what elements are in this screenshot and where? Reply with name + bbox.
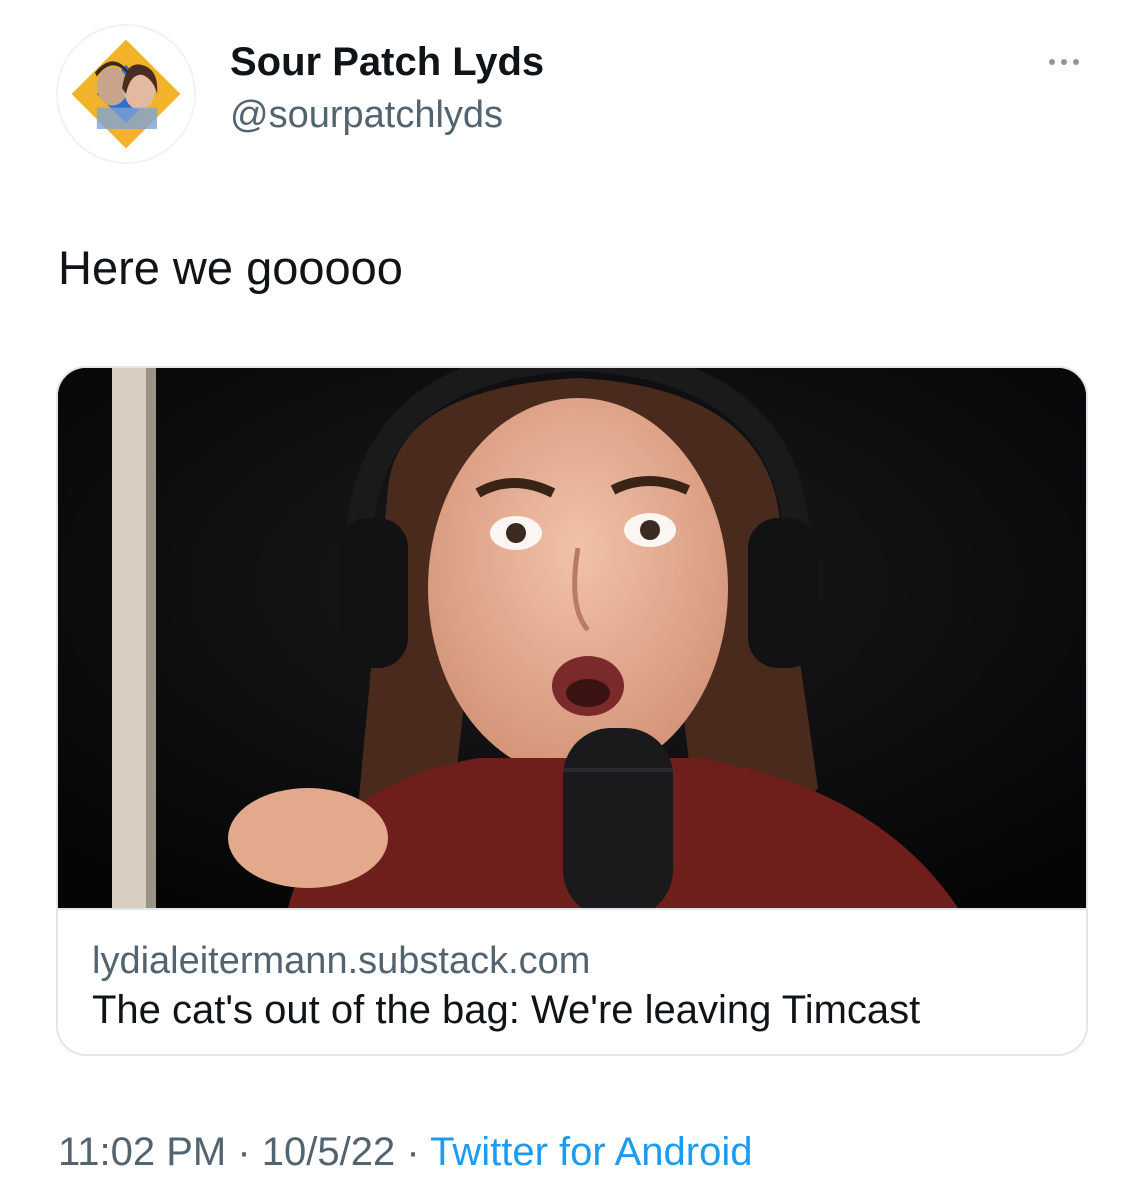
tweet-meta: 11:02 PM · 10/5/22 · Twitter for Android [58, 1128, 752, 1176]
meta-separator: · [226, 1130, 262, 1174]
ellipsis-icon-dot [1061, 59, 1067, 65]
handle[interactable]: @sourpatchlyds [230, 92, 503, 138]
tweet-date[interactable]: 10/5/22 [262, 1130, 395, 1174]
meta-separator-2: · [395, 1130, 431, 1174]
link-preview-image[interactable] [58, 368, 1086, 908]
profile-photo-icon [58, 26, 194, 162]
avatar[interactable] [56, 24, 196, 164]
link-preview-card[interactable]: lydialeitermann.substack.com The cat's o… [56, 366, 1088, 1056]
ellipsis-icon [1049, 59, 1055, 65]
display-name[interactable]: Sour Patch Lyds [230, 38, 544, 86]
tweet-source-link[interactable]: Twitter for Android [430, 1130, 752, 1174]
more-options-button[interactable] [1036, 48, 1092, 76]
photo-illustration [58, 368, 1086, 908]
tweet-time[interactable]: 11:02 PM [58, 1130, 226, 1174]
ellipsis-icon-dot [1073, 59, 1079, 65]
tweet-text: Here we gooooo [58, 241, 403, 294]
card-title[interactable]: The cat's out of the bag: We're leaving … [92, 986, 920, 1034]
card-domain[interactable]: lydialeitermann.substack.com [92, 938, 590, 984]
card-divider [58, 908, 1086, 910]
